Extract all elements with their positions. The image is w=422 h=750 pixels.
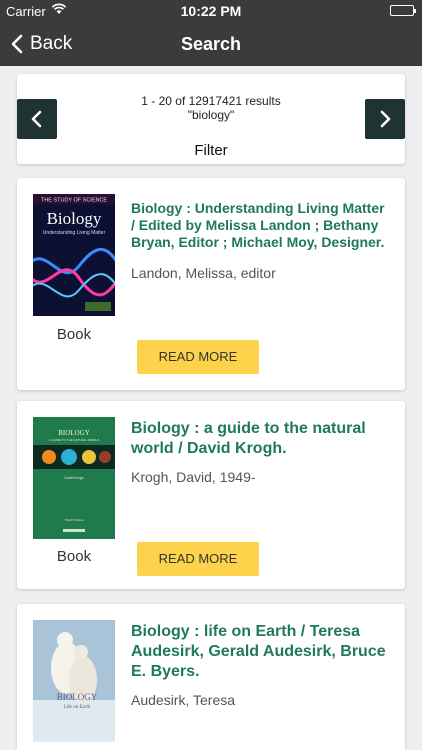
results-pager: 1 - 20 of 12917421 results "biology" Fil… (17, 74, 405, 164)
status-bar: Carrier 10:22 PM (0, 0, 422, 22)
format-label: Book (56, 548, 92, 565)
cover-title-text: BIOLOGY (58, 429, 90, 437)
next-page-button[interactable] (365, 99, 405, 139)
previous-page-button[interactable] (17, 99, 57, 139)
cover-subtitle-text: A GUIDE TO THE NATURAL WORLD (49, 438, 100, 442)
cover-title-text: Biology (47, 209, 102, 228)
filter-button[interactable]: Filter (57, 142, 365, 159)
result-card: BIOLOGY Life on Earth Biology : life on … (17, 604, 405, 750)
chevron-left-icon (31, 110, 42, 128)
cover-title-text: BIOLOGY (57, 692, 98, 702)
book-cover: BIOLOGY Life on Earth (33, 620, 115, 742)
book-cover: THE STUDY OF SCIENCE Biology Understandi… (33, 194, 115, 316)
result-author: Audesirk, Teresa (131, 692, 236, 708)
result-card: THE STUDY OF SCIENCE Biology Understandi… (17, 178, 405, 390)
cover-author-text: David Krogh (64, 476, 83, 480)
cover-subtitle-text: Life on Earth (64, 705, 91, 710)
page-title: Search (180, 34, 242, 54)
read-more-button[interactable]: READ MORE (137, 340, 259, 374)
read-more-button[interactable]: READ MORE (137, 542, 259, 576)
book-cover: BIOLOGY A GUIDE TO THE NATURAL WORLD Dav… (33, 417, 115, 539)
cover-edition-text: Third Edition (65, 518, 84, 522)
cover-series-text: THE STUDY OF SCIENCE (41, 198, 108, 204)
result-author: Krogh, David, 1949- (131, 469, 256, 485)
result-card: BIOLOGY A GUIDE TO THE NATURAL WORLD Dav… (17, 401, 405, 589)
battery-icon (390, 5, 416, 16)
result-author: Landon, Melissa, editor (131, 265, 276, 281)
navigation-bar: Back Search (0, 22, 422, 66)
cover-subtitle-text: Understanding Living Matter (43, 230, 106, 236)
clock: 10:22 PM (180, 3, 242, 19)
result-title-link[interactable]: Biology : life on Earth / Teresa Audesir… (131, 622, 389, 682)
format-label: Book (56, 326, 92, 343)
result-title-link[interactable]: Biology : a guide to the natural world /… (131, 419, 389, 459)
chevron-right-icon (380, 110, 391, 128)
result-title-link[interactable]: Biology : Understanding Living Matter / … (131, 200, 389, 251)
search-query: "biology" (187, 108, 235, 122)
results-count: 1 - 20 of 12917421 results (141, 94, 281, 108)
